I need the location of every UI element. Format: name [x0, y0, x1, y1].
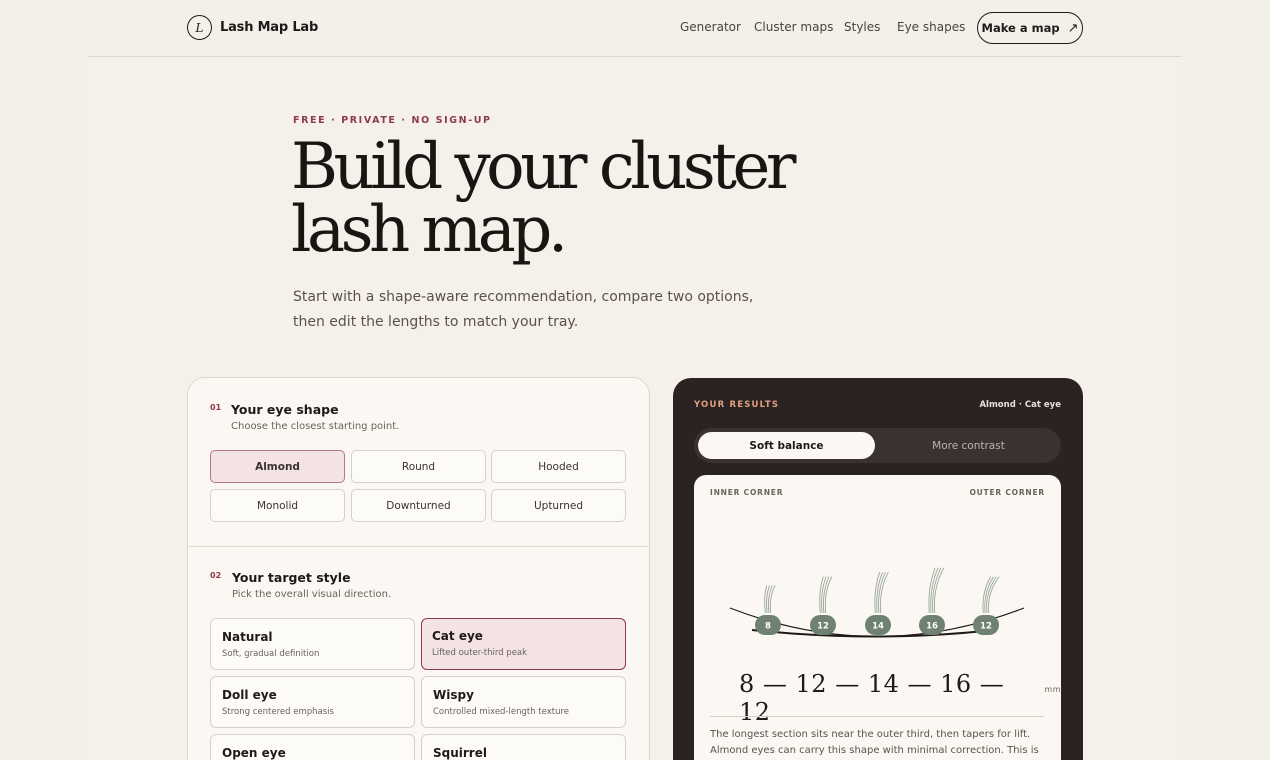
- shape-option-almond[interactable]: Almond: [210, 450, 345, 483]
- hero-subhead: Start with a shape-aware recommendation,…: [293, 289, 754, 330]
- step-number-target-style: 02: [210, 571, 222, 580]
- make-a-map-label: Make a map: [981, 21, 1060, 35]
- shape-option-monolid[interactable]: Monolid: [210, 489, 345, 522]
- logo-mark-icon: L: [187, 15, 212, 40]
- lash-strand: [824, 576, 833, 614]
- length-badge-label: 16: [926, 622, 938, 632]
- results-note: The longest section sits near the outer …: [710, 729, 1039, 756]
- shape-option-round[interactable]: Round: [351, 450, 486, 483]
- style-description: Strong centered emphasis: [222, 707, 334, 717]
- hero-eyebrow: FREE · PRIVATE · NO SIGN-UP: [293, 115, 492, 126]
- section-divider: [188, 546, 649, 547]
- headline-line-2: lash map.: [291, 193, 568, 267]
- header-divider: [88, 56, 1181, 57]
- nav-styles[interactable]: Styles: [844, 20, 880, 34]
- length-sequence: 8 — 12 — 14 — 16 — 12 mm: [739, 670, 1061, 726]
- style-option-cat-eye[interactable]: Cat eye Lifted outer-third peak: [421, 618, 626, 670]
- eye-shape-title: Your eye shape: [231, 402, 339, 417]
- nav-cluster-maps[interactable]: Cluster maps: [754, 20, 833, 34]
- style-name: Doll eye: [222, 688, 277, 702]
- results-card: YOUR RESULTS Almond · Cat eye Soft balan…: [673, 378, 1083, 760]
- lash-map-panel: INNER CORNER OUTER CORNER 8 12 14 16 12 8 — …: [694, 475, 1061, 760]
- lash-strand: [932, 567, 942, 614]
- target-style-subtitle: Pick the overall visual direction.: [232, 589, 392, 600]
- outer-corner-label: OUTER CORNER: [969, 488, 1045, 497]
- headline-line-1: Build your cluster: [291, 130, 796, 204]
- style-option-squirrel[interactable]: Squirrel: [421, 734, 626, 760]
- style-option-natural[interactable]: Natural Soft, gradual definition: [210, 618, 415, 670]
- brand-logo[interactable]: L Lash Map Lab: [187, 15, 318, 40]
- arrow-up-right-icon: ↗: [1067, 20, 1079, 36]
- length-values: 8 — 12 — 14 — 16 — 12: [739, 670, 1005, 726]
- style-name: Squirrel: [433, 746, 487, 760]
- option-toggle: Soft balance More contrast: [694, 428, 1061, 463]
- style-name: Cat eye: [432, 629, 483, 643]
- target-style-title: Your target style: [232, 570, 351, 585]
- style-name: Natural: [222, 630, 273, 644]
- toggle-more-contrast[interactable]: More contrast: [880, 432, 1057, 459]
- style-description: Lifted outer-third peak: [432, 648, 528, 658]
- lash-strand: [878, 572, 886, 614]
- style-name: Wispy: [433, 688, 474, 702]
- length-unit: mm: [1044, 685, 1061, 694]
- lash-map-diagram: 8 12 14 16 12: [729, 567, 1025, 638]
- map-divider: [710, 716, 1044, 717]
- style-option-open-eye[interactable]: Open eye: [210, 734, 415, 760]
- site-header: L Lash Map Lab Generator Cluster maps St…: [0, 0, 1270, 57]
- make-a-map-button[interactable]: Make a map ↗: [977, 12, 1083, 44]
- shape-option-upturned[interactable]: Upturned: [491, 489, 626, 522]
- results-label: YOUR RESULTS: [694, 400, 780, 410]
- lash-strand: [879, 571, 889, 614]
- style-name: Open eye: [222, 746, 286, 760]
- step-number-eye-shape: 01: [210, 403, 222, 412]
- shape-option-hooded[interactable]: Hooded: [491, 450, 626, 483]
- style-option-doll-eye[interactable]: Doll eye Strong centered emphasis: [210, 676, 415, 728]
- brand-name: Lash Map Lab: [220, 20, 319, 35]
- eye-shape-subtitle: Choose the closest starting point.: [231, 421, 400, 432]
- nav-generator[interactable]: Generator: [680, 20, 741, 34]
- length-badge-label: 8: [765, 622, 771, 632]
- style-description: Soft, gradual definition: [222, 649, 320, 659]
- lash-strand: [984, 576, 994, 614]
- toggle-soft-balance[interactable]: Soft balance: [698, 432, 875, 459]
- length-badge-label: 12: [817, 622, 829, 632]
- length-badge-label: 14: [872, 622, 884, 632]
- nav-eye-shapes[interactable]: Eye shapes: [897, 20, 965, 34]
- length-badge-label: 12: [980, 622, 992, 632]
- builder-card: 01 Your eye shape Choose the closest sta…: [187, 377, 650, 760]
- shape-option-downturned[interactable]: Downturned: [351, 489, 486, 522]
- style-option-wispy[interactable]: Wispy Controlled mixed-length texture: [421, 676, 626, 728]
- style-description: Controlled mixed-length texture: [433, 707, 570, 717]
- results-meta: Almond · Cat eye: [979, 400, 1061, 410]
- inner-corner-label: INNER CORNER: [710, 488, 784, 497]
- hero-headline: Build your cluster lash map.: [291, 130, 851, 267]
